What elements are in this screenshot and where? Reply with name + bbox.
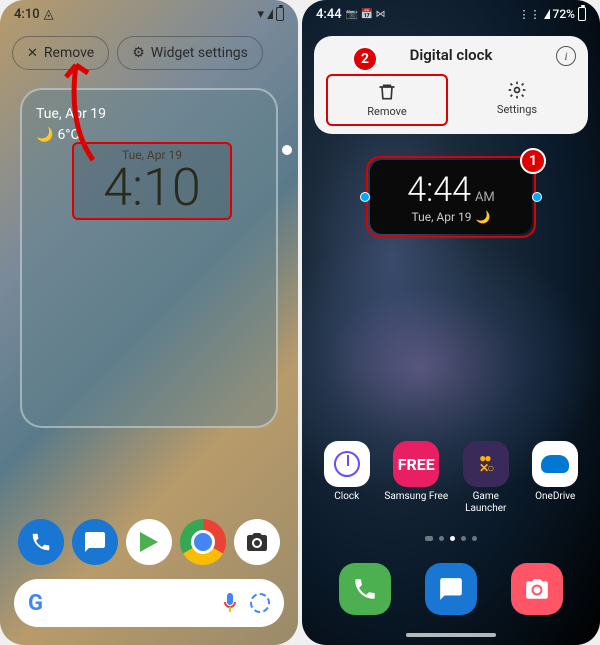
dock [302,563,600,615]
widget-settings-button[interactable]: ⚙ Widget settings [117,36,263,70]
trash-icon [377,82,397,102]
wifi-icon: ▾ [257,7,264,22]
moon-icon: 🌙 [476,210,491,224]
home-app-row: Clock FREE Samsung Free ●●✕○ Game Launch… [302,441,600,515]
resize-handle-left[interactable] [360,192,370,202]
chrome-icon[interactable] [180,519,226,565]
status-bar: 4:44 📷 📅 ⋈ ⋮⋮ 72% [302,0,600,28]
game-launcher-icon: ●●✕○ [463,441,509,487]
widget-settings-label: Widget settings [151,45,248,61]
remove-label: Remove [367,105,407,118]
phone-app-icon[interactable] [18,519,64,565]
samsung-free-icon: FREE [393,441,439,487]
camera-app-icon[interactable] [511,563,563,615]
signal-icon [544,9,550,19]
clock-time: 4:44 [407,170,471,210]
annotation-arrow [48,55,108,169]
phone-app-icon[interactable] [339,563,391,615]
lens-icon[interactable] [250,593,270,613]
onedrive-app[interactable]: OneDrive [523,441,587,515]
messages-app-icon[interactable] [72,519,118,565]
status-time: 4:44 [316,7,342,22]
info-icon[interactable]: i [556,46,576,66]
google-search-bar[interactable]: G [14,579,284,627]
camera-app-icon[interactable] [234,519,280,565]
remove-button[interactable]: Remove [326,74,448,126]
page-indicator[interactable] [302,536,600,541]
settings-label: Settings [497,103,537,116]
clock-icon [334,451,360,477]
notification-icons: 📷 📅 ⋈ [346,9,386,20]
resize-handle-right[interactable] [532,192,542,202]
gesture-nav-bar[interactable] [406,633,496,637]
google-logo: G [28,591,43,616]
clock-ampm: AM [475,190,495,205]
settings-button[interactable]: Settings [458,74,576,126]
battery-percent: 72% [553,7,575,21]
game-launcher-app[interactable]: ●●✕○ Game Launcher [454,441,518,515]
wifi-icon: ⋮⋮ [519,8,541,21]
signal-icon [267,9,273,19]
battery-icon [276,7,284,21]
cloud-icon [541,455,569,473]
status-bar: 4:10 ◬ ▾ [0,0,298,28]
pixel-phone-screenshot: 4:10 ◬ ▾ ✕ Remove ⚙ Widget settings Tue,… [0,0,298,645]
gear-icon: ⚙ [132,45,145,61]
widget-action-row: ✕ Remove ⚙ Widget settings [0,28,298,78]
samsung-phone-screenshot: 4:44 📷 📅 ⋈ ⋮⋮ 72% 2 Digital clock i Remo… [302,0,600,645]
close-icon: ✕ [27,46,38,61]
annotation-badge-2: 2 [352,46,378,72]
dock [0,519,298,565]
digital-clock-widget[interactable]: 4:44 AM Tue, Apr 19 🌙 [366,156,536,238]
messages-app-icon[interactable] [425,563,477,615]
status-time: 4:10 [14,7,40,22]
clock-app[interactable]: Clock [315,441,379,515]
clock-date: Tue, Apr 19 [412,210,472,224]
gear-icon [507,80,527,100]
face-unlock-icon: ◬ [44,7,54,22]
samsung-free-app[interactable]: FREE Samsung Free [384,441,448,515]
play-store-icon[interactable] [126,519,172,565]
annotation-badge-1: 1 [520,148,546,174]
battery-icon [578,7,586,21]
page-indicator [282,145,292,155]
clock-widget-time: 4:10 [82,162,222,214]
mic-icon[interactable] [222,593,238,613]
